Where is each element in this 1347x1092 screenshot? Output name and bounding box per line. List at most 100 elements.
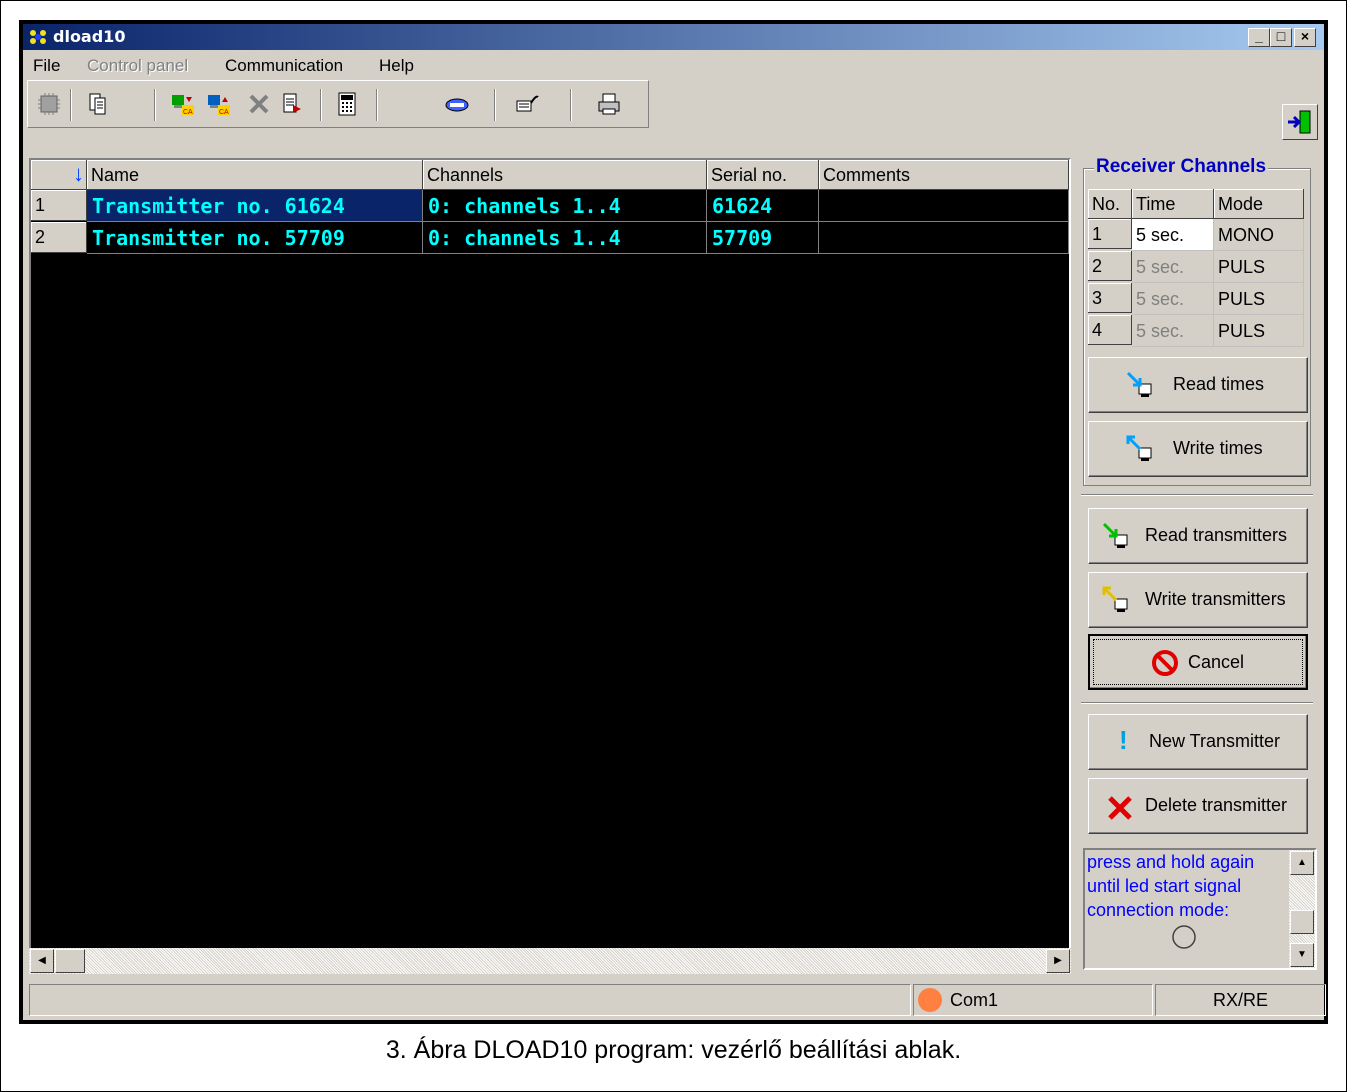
scroll-right-button[interactable]: ▶: [1046, 949, 1070, 973]
cell-name[interactable]: Transmitter no. 57709: [87, 222, 423, 254]
cell-serial[interactable]: 57709: [707, 222, 819, 254]
receiver-row-no[interactable]: 3: [1088, 283, 1132, 313]
column-header-serial[interactable]: Serial no.: [707, 160, 819, 190]
scroll-thumb[interactable]: [1290, 910, 1314, 934]
message-line: press and hold again: [1087, 852, 1255, 872]
exit-button[interactable]: [1282, 104, 1318, 140]
write-transmitters-button[interactable]: Write transmitters: [1088, 572, 1308, 628]
menu-control-panel[interactable]: Control panel: [87, 56, 188, 76]
delete-transmitter-button[interactable]: Delete transmitter: [1088, 778, 1308, 834]
receiver-mode-cell[interactable]: PULS: [1214, 251, 1304, 283]
receiver-header-mode[interactable]: Mode: [1214, 189, 1304, 219]
window-title: dload10: [53, 27, 126, 46]
row-number[interactable]: 2: [31, 222, 87, 253]
message-line: connection mode:: [1087, 900, 1230, 920]
toolbar-separator: [376, 89, 378, 121]
scroll-up-button[interactable]: ▲: [1290, 851, 1314, 875]
read-arrow-icon: [1126, 371, 1152, 397]
cell-name[interactable]: Transmitter no. 61624: [87, 190, 423, 222]
exclamation-icon: !: [1119, 725, 1128, 755]
menu-communication[interactable]: Communication: [225, 56, 343, 76]
calculator-icon[interactable]: [334, 91, 360, 117]
receiver-time-cell[interactable]: 5 sec.: [1132, 283, 1214, 315]
column-header-channels[interactable]: Channels: [423, 160, 707, 190]
toolbar-separator: [570, 89, 572, 121]
receiver-channels-title: Receiver Channels: [1094, 156, 1269, 178]
copy-pages-icon[interactable]: [86, 91, 112, 117]
receiver-mode-cell[interactable]: PULS: [1214, 283, 1304, 315]
maximize-button[interactable]: □: [1270, 28, 1292, 47]
status-mode: RX/RE: [1212, 990, 1268, 1010]
cell-channels[interactable]: 0: channels 1..4: [423, 222, 707, 254]
app-icon: [30, 30, 46, 44]
read-arrow-icon: [1102, 522, 1128, 548]
menu-help[interactable]: Help: [379, 56, 414, 76]
write-arrow-icon: [1126, 435, 1152, 461]
connection-icon[interactable]: [444, 91, 470, 117]
cell-serial[interactable]: 61624: [707, 190, 819, 222]
write-times-button[interactable]: Write times: [1088, 421, 1308, 477]
read-transmitters-button[interactable]: Read transmitters: [1088, 508, 1308, 564]
receiver-header-no[interactable]: No.: [1088, 189, 1132, 219]
scroll-left-button[interactable]: ◀: [30, 949, 54, 973]
window-body: dload10 _ □ × File Control panel Communi…: [23, 24, 1326, 1020]
panel-divider: [1081, 702, 1313, 704]
exit-icon: [1288, 110, 1311, 134]
read-times-button[interactable]: Read times: [1088, 357, 1308, 413]
led-indicator-icon: [1172, 925, 1196, 949]
no-entry-icon: [1152, 650, 1178, 676]
export-icon[interactable]: [280, 91, 306, 117]
receiver-row-no[interactable]: 1: [1088, 219, 1132, 249]
status-mode-panel: RX/RE: [1155, 984, 1326, 1016]
svg-text:CA: CA: [219, 109, 229, 116]
right-panel: Receiver Channels No. Time Mode 1 5 sec.…: [1077, 154, 1317, 970]
chip-icon[interactable]: [36, 91, 62, 117]
transmitter-grid[interactable]: ↓ Name Channels Serial no. Comments 1 Tr…: [29, 158, 1071, 974]
receiver-mode-cell[interactable]: MONO: [1214, 219, 1304, 251]
receiver-time-cell[interactable]: 5 sec.: [1132, 251, 1214, 283]
sort-arrow-icon: ↓: [73, 161, 84, 186]
row-number[interactable]: 1: [31, 190, 87, 221]
cancel-button[interactable]: Cancel: [1088, 634, 1308, 690]
status-bar: Com1 RX/RE: [29, 980, 1326, 1016]
red-x-icon: [1108, 796, 1132, 820]
write-data-icon[interactable]: CA: [206, 91, 232, 117]
receiver-mode-cell[interactable]: PULS: [1214, 315, 1304, 347]
toolbar: CA CA: [27, 80, 649, 128]
read-data-icon[interactable]: CA: [170, 91, 196, 117]
minimize-button[interactable]: _: [1248, 28, 1270, 47]
receiver-row-no[interactable]: 4: [1088, 315, 1132, 345]
column-header-comments[interactable]: Comments: [819, 160, 1069, 190]
receiver-header-time[interactable]: Time: [1132, 189, 1214, 219]
receiver-time-cell[interactable]: 5 sec.: [1132, 315, 1214, 347]
menu-bar: File Control panel Communication Help: [23, 52, 1324, 78]
horizontal-scrollbar[interactable]: ◀ ▶: [29, 948, 1071, 974]
status-port: Com1: [950, 990, 999, 1010]
status-led-icon: [918, 988, 942, 1012]
receiver-row-no[interactable]: 2: [1088, 251, 1132, 281]
new-transmitter-button[interactable]: ! New Transmitter: [1088, 714, 1308, 770]
message-scrollbar[interactable]: ▲ ▼: [1289, 850, 1315, 968]
delete-icon[interactable]: [246, 91, 272, 117]
figure-caption: 3. Ábra DLOAD10 program: vezérlő beállít…: [385, 1036, 962, 1064]
cell-comments[interactable]: [819, 190, 1069, 222]
status-port-panel: Com1: [913, 984, 1153, 1016]
menu-file[interactable]: File: [33, 56, 60, 76]
printer-icon[interactable]: [596, 91, 622, 117]
write-arrow-icon: [1102, 586, 1128, 612]
message-line: until led start signal: [1087, 876, 1242, 896]
toolbar-separator: [494, 89, 496, 121]
scroll-down-button[interactable]: ▼: [1290, 943, 1314, 967]
receiver-time-cell[interactable]: 5 sec.: [1132, 219, 1214, 251]
cell-comments[interactable]: [819, 222, 1069, 254]
cell-channels[interactable]: 0: channels 1..4: [423, 190, 707, 222]
message-box: press and hold again until led start sig…: [1083, 848, 1317, 970]
grid-corner[interactable]: ↓: [31, 160, 87, 190]
scroll-thumb[interactable]: [55, 949, 85, 973]
column-header-name[interactable]: Name: [87, 160, 423, 190]
title-bar[interactable]: dload10 _ □ ×: [23, 24, 1324, 50]
close-button[interactable]: ×: [1294, 28, 1316, 47]
toolbar-separator: [154, 89, 156, 121]
cable-icon[interactable]: [514, 91, 540, 117]
toolbar-separator: [320, 89, 322, 121]
